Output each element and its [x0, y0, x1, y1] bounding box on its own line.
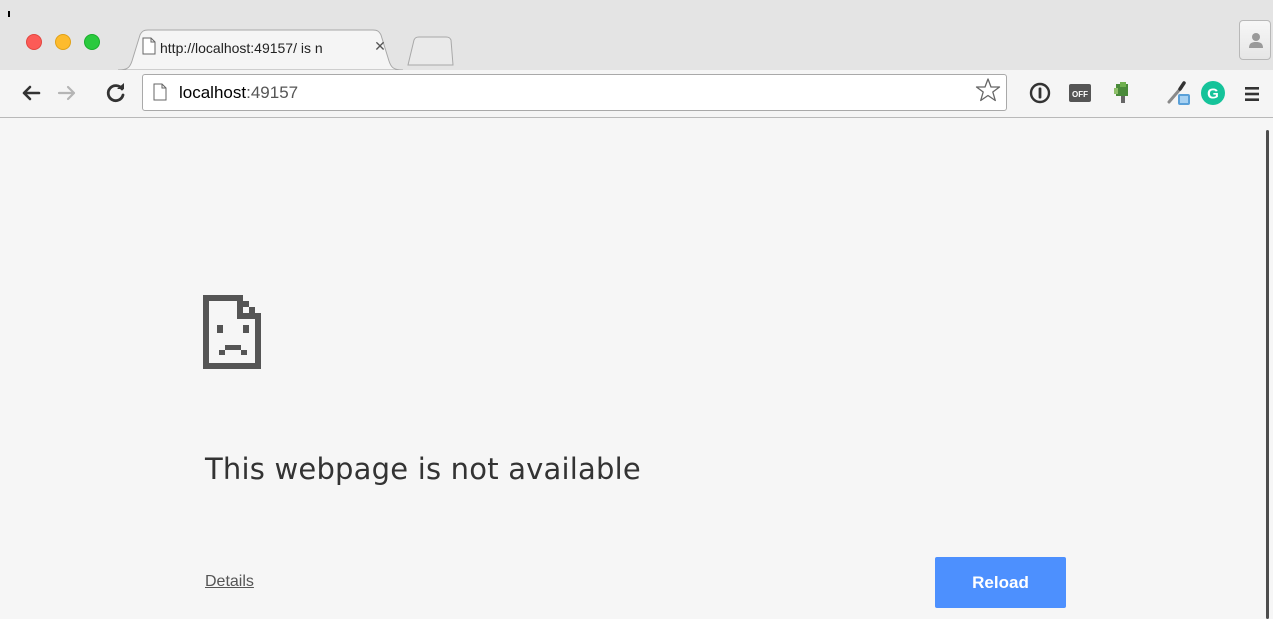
scrollbar-track — [1266, 130, 1269, 619]
new-tab-button[interactable] — [406, 36, 454, 66]
document-icon — [142, 37, 156, 55]
extension-grammarly-icon[interactable]: G — [1200, 80, 1226, 106]
url-host: localhost — [179, 83, 247, 102]
extension-eyedropper-icon[interactable] — [1165, 80, 1195, 106]
close-icon[interactable]: ✕ — [373, 37, 387, 55]
extension-puzzle-icon[interactable] — [1111, 80, 1135, 106]
window-minimize-button[interactable] — [55, 34, 71, 50]
document-icon — [153, 83, 167, 101]
toolbar: localhost:49157 OFF G — [0, 70, 1273, 118]
address-bar[interactable]: localhost:49157 — [142, 74, 1007, 111]
browser-window: http://localhost:49157/ is n ✕ localhost… — [0, 0, 1273, 619]
tab-title: http://localhost:49157/ is n — [160, 40, 323, 56]
person-icon — [1249, 33, 1263, 48]
extension-off-icon[interactable]: OFF — [1068, 80, 1092, 106]
star-icon[interactable] — [975, 77, 1001, 103]
corner-mark — [8, 11, 10, 17]
url-text[interactable]: localhost:49157 — [179, 83, 298, 103]
arrow-back-icon[interactable] — [18, 80, 44, 106]
sad-page-icon — [203, 295, 261, 369]
reload-icon[interactable] — [103, 80, 129, 106]
arrow-forward-icon[interactable] — [54, 80, 80, 106]
hamburger-menu-icon[interactable] — [1242, 84, 1262, 104]
error-title: This webpage is not available — [205, 452, 641, 486]
window-close-button[interactable] — [26, 34, 42, 50]
extension-1password-icon[interactable] — [1028, 80, 1052, 106]
tab-active[interactable]: http://localhost:49157/ is n ✕ — [118, 29, 403, 70]
url-port: :49157 — [246, 83, 299, 102]
extension-off-badge: OFF — [1072, 90, 1088, 99]
profile-button[interactable] — [1239, 20, 1271, 60]
extension-grammarly-letter: G — [1207, 86, 1219, 103]
window-maximize-button[interactable] — [84, 34, 100, 50]
details-link[interactable]: Details — [205, 573, 254, 591]
tab-strip: http://localhost:49157/ is n ✕ — [0, 0, 1273, 70]
reload-button[interactable]: Reload — [935, 557, 1066, 608]
error-page — [0, 119, 1273, 619]
scrollbar[interactable] — [1261, 130, 1273, 619]
